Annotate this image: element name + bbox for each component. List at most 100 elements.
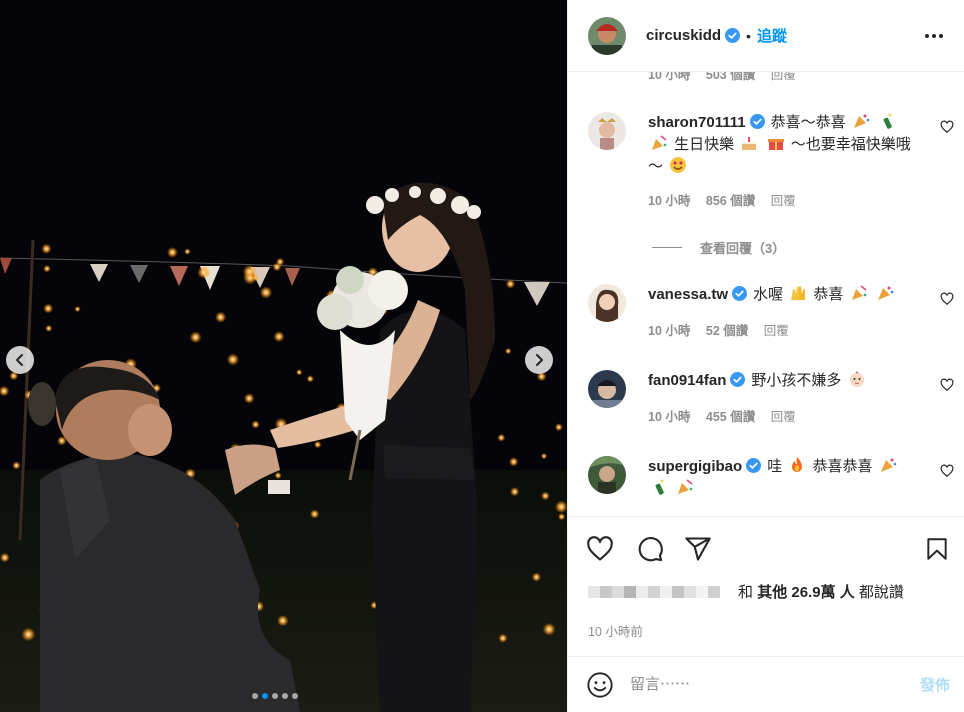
reply-button[interactable]: 回覆 (771, 72, 796, 82)
comment-body-line2: 生日快樂 (674, 136, 735, 153)
comment-time: 10 小時 (648, 194, 691, 208)
baby-emoji-icon (849, 371, 864, 387)
smiley-icon[interactable] (586, 671, 614, 699)
party-popper-icon (877, 286, 894, 300)
heart-icon[interactable] (940, 292, 954, 306)
comment-likes[interactable]: 455 個讚 (706, 410, 755, 424)
comment-time: 10 小時 (648, 410, 691, 424)
comment-body-line3: ～也要幸福快樂哦 (790, 136, 911, 153)
comment-item: vanessa.tw 水喔 恭喜 10 小時 52 個讚 回覆 (588, 284, 958, 339)
view-replies-label: 查看回覆（3） (700, 241, 786, 256)
comment-input[interactable] (630, 676, 890, 693)
heart-icon[interactable] (940, 464, 954, 478)
carousel-dot (252, 693, 258, 699)
commenter-username[interactable]: vanessa.tw (648, 286, 728, 303)
follow-button[interactable]: 追蹤 (757, 25, 787, 46)
author-avatar[interactable] (588, 16, 626, 55)
carousel-prev-button[interactable] (6, 346, 34, 374)
post-photo[interactable] (0, 0, 567, 712)
proposal-photo-illustration (0, 0, 567, 712)
comment-item: fan0914fan 野小孩不嫌多 10 小時 455 個讚 回覆 (588, 370, 958, 425)
likes-suffix: 都說讚 (858, 584, 904, 601)
champagne-icon (883, 113, 892, 129)
verified-badge-icon (746, 458, 762, 473)
reply-button[interactable]: 回覆 (771, 410, 796, 424)
commenter-username[interactable]: fan0914fan (648, 372, 726, 389)
carousel-dot (282, 693, 288, 699)
comment-body-line1: 恭喜～恭喜 (770, 114, 846, 131)
comment-meta: 10 小時 52 個讚 回覆 (648, 320, 958, 339)
commenter-avatar[interactable] (588, 456, 626, 494)
gift-icon (767, 139, 784, 150)
party-popper-icon (853, 114, 870, 128)
post-actions: 和 其他 26.9萬 人 都說讚 10 小時前 (568, 516, 964, 656)
heart-icon[interactable] (940, 120, 954, 134)
likes-count[interactable]: 其他 26.9萬 人 (757, 584, 855, 601)
likes-summary[interactable]: 和 其他 26.9萬 人 都說讚 (588, 581, 904, 602)
comment-body-a: 水喔 (753, 286, 784, 303)
verified-badge-icon (749, 114, 765, 129)
comment-likes[interactable]: 503 個讚 (706, 72, 755, 82)
comment-meta: 10 小時 856 個讚 回覆 (648, 190, 958, 209)
comment-text: supergigibao 哇 恭喜恭喜 (648, 456, 928, 500)
author-username[interactable]: circuskidd (646, 27, 721, 44)
header-separator: • (746, 27, 751, 44)
champagne-icon (655, 479, 664, 495)
heart-eyes-emoji-icon (670, 157, 687, 173)
carousel-next-button[interactable] (525, 346, 553, 374)
comment-text: fan0914fan 野小孩不嫌多 (648, 370, 928, 392)
comment-icon[interactable] (636, 535, 664, 563)
reply-button[interactable]: 回覆 (764, 324, 789, 338)
post-comment-button[interactable]: 發佈 (920, 674, 950, 695)
commenter-username[interactable]: supergigibao (648, 458, 742, 475)
chevron-left-icon (16, 354, 23, 366)
party-popper-icon (880, 458, 897, 472)
carousel-dot (272, 693, 278, 699)
carousel-dot (292, 693, 298, 699)
commenter-username[interactable]: sharon701111 (648, 114, 746, 131)
comment-time: 10 小時 (648, 72, 691, 82)
comment-item: sharon701111 恭喜～恭喜 生日快樂 ～也要幸福快樂哦 ～ 10 小時 … (588, 112, 958, 209)
confetti-icon (678, 479, 693, 494)
comment-meta: 10 小時 455 個讚 回覆 (648, 406, 958, 425)
comment-body: 野小孩不嫌多 (751, 372, 842, 389)
chevron-right-icon (536, 354, 543, 366)
heart-icon[interactable] (940, 378, 954, 392)
comment-body-a: 哇 (767, 458, 783, 475)
bookmark-icon[interactable] (924, 535, 950, 563)
commenter-avatar[interactable] (588, 112, 626, 150)
verified-badge-icon (725, 28, 741, 43)
share-icon[interactable] (684, 535, 712, 563)
view-replies-button[interactable]: 查看回覆（3） (652, 238, 785, 257)
fire-icon (792, 457, 803, 472)
post-side-panel: circuskidd • 追蹤 10 小時 503 個讚 回覆 sharon70… (567, 0, 964, 712)
heart-icon[interactable] (586, 535, 614, 563)
verified-badge-icon (732, 286, 748, 301)
carousel-indicator (252, 693, 298, 699)
commenter-avatar[interactable] (588, 284, 626, 322)
raised-hands-icon (791, 286, 806, 300)
comment-body-b: 恭喜恭喜 (812, 458, 873, 475)
comment-composer: 發佈 (568, 656, 964, 712)
commenter-avatar[interactable] (588, 370, 626, 408)
verified-badge-icon (730, 372, 746, 387)
comment-body-b: 恭喜 (813, 286, 844, 303)
comment-body-line4: ～ (648, 158, 664, 175)
view-replies-divider (652, 247, 682, 248)
comments-list[interactable]: 10 小時 503 個讚 回覆 sharon701111 恭喜～恭喜 生日快樂 ～… (568, 72, 964, 516)
birthday-cake-icon (742, 137, 757, 150)
post-timestamp[interactable]: 10 小時前 (588, 621, 643, 640)
more-icon[interactable] (924, 26, 944, 46)
partial-comment-meta: 10 小時 503 個讚 回覆 (648, 72, 808, 83)
comment-likes[interactable]: 52 個讚 (706, 324, 748, 338)
comment-likes[interactable]: 856 個讚 (706, 194, 755, 208)
comment-text: vanessa.tw 水喔 恭喜 (648, 284, 928, 306)
likes-text: 和 其他 26.9萬 人 都說讚 (738, 581, 904, 602)
reply-button[interactable]: 回覆 (771, 194, 796, 208)
comment-time: 10 小時 (648, 324, 691, 338)
likes-prefix: 和 (738, 584, 754, 601)
confetti-icon (652, 135, 667, 150)
post-header: circuskidd • 追蹤 (568, 0, 964, 72)
carousel-dot (262, 693, 268, 699)
comment-item: supergigibao 哇 恭喜恭喜 (588, 456, 958, 500)
